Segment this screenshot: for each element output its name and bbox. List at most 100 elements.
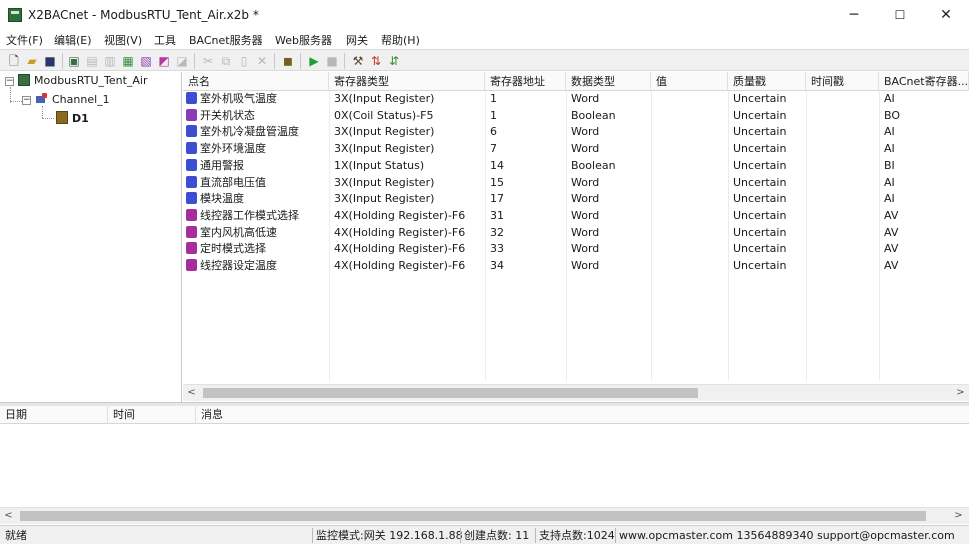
table-row[interactable]: 室内风机高低速 4X(Holding Register)-F6 32 Word Unce… [183,225,969,242]
ai-point-icon [186,192,197,205]
status-supported-points: 支持点数:1024 [535,528,615,543]
table-row[interactable]: 线控器工作模式选择 4X(Holding Register)-F6 31 Word Un… [183,208,969,225]
cell-name-text: 直流部电压值 [200,175,266,189]
paste-icon[interactable]: ▯ [236,53,252,69]
project-tree: − ModbusRTU_Tent_Air − Channel_1 D1 [0,72,182,402]
log-column-time[interactable]: 时间 [108,406,196,424]
save-icon[interactable]: ■ [42,53,58,69]
column-header-data-type[interactable]: 数据类型 [566,72,651,91]
table-row[interactable]: 定时模式选择 4X(Holding Register)-F6 33 Word Uncer… [183,241,969,258]
status-created-points: 创建点数: 11 [460,528,529,543]
menu-help[interactable]: 帮助(H) [381,32,420,48]
tree-node-project[interactable]: ModbusRTU_Tent_Air [18,74,148,87]
column-header-register-address[interactable]: 寄存器地址 [485,72,566,91]
title-bar: X2BACnet - ModbusRTU_Tent_Air.x2b * ─ ☐ … [0,0,969,30]
cut-icon[interactable]: ✂ [200,53,216,69]
cell-value [651,108,728,125]
project-icon [18,74,30,86]
column-header-timestamp[interactable]: 时间戳 [806,72,879,91]
toolbar-separator [194,53,195,69]
table-row[interactable]: 模块温度 3X(Input Register) 17 Word Uncertain AI [183,191,969,208]
tree-collapse-icon[interactable]: − [5,77,14,86]
minimize-button[interactable]: ─ [831,0,877,30]
cell-timestamp [806,141,879,158]
cell-name: 线控器设定温度 [183,258,329,275]
cell-quality: Uncertain [733,158,787,172]
scroll-left-icon[interactable]: < [183,385,200,401]
menu-gateway[interactable]: 网关 [346,32,368,48]
log-column-message[interactable]: 消息 [196,406,969,424]
add-point-icon[interactable]: ▥ [102,53,118,69]
log-column-date[interactable]: 日期 [0,406,108,424]
tree-collapse-icon[interactable]: − [22,96,31,105]
tree-node-channel-label: Channel_1 [52,93,110,106]
add-channel-icon[interactable]: ▣ [66,53,82,69]
maximize-button[interactable]: ☐ [877,0,923,30]
column-header-quality[interactable]: 质量戳 [728,72,806,91]
tree-node-device[interactable]: D1 [56,111,89,125]
properties-disabled-icon[interactable]: ◪ [174,53,190,69]
table-row[interactable]: 通用警报 1X(Input Status) 14 Boolean Uncertain BI [183,158,969,175]
gateway-icon[interactable]: ⇅ [368,53,384,69]
cell-quality: Uncertain [733,142,787,156]
menu-tools[interactable]: 工具 [154,32,176,48]
scroll-right-icon[interactable]: > [952,385,969,401]
menu-edit[interactable]: 编辑(E) [54,32,92,48]
column-header-value[interactable]: 值 [651,72,728,91]
table-row[interactable]: 室外机冷凝盘管温度 3X(Input Register) 6 Word Uncertai… [183,124,969,141]
cell-name: 室外环境温度 [183,141,329,158]
cell-quality: Uncertain [733,242,787,256]
new-file-icon[interactable]: 🗋 [6,53,22,69]
open-folder-icon[interactable]: ▰ [24,53,40,69]
table-row[interactable]: 室外环境温度 3X(Input Register) 7 Word Uncertain AI [183,141,969,158]
table-row[interactable]: 室外机吸气温度 3X(Input Register) 1 Word Uncertain A… [183,91,969,108]
table-row[interactable]: 直流部电压值 3X(Input Register) 15 Word Uncertain A… [183,175,969,192]
tree-node-channel[interactable]: Channel_1 [36,93,110,106]
cell-quality: Uncertain [733,225,787,239]
cell-data-type: Word [571,125,600,139]
column-header-register-type[interactable]: 寄存器类型 [329,72,485,91]
cell-timestamp [806,191,879,208]
menu-web-server[interactable]: Web服务器 [275,32,332,48]
cell-register-type: 3X(Input Register) [334,142,435,156]
cell-name: 直流部电压值 [183,175,329,192]
table-row[interactable]: 开关机状态 0X(Coil Status)-F5 1 Boolean Uncertain… [183,108,969,125]
properties-icon[interactable]: ◩ [156,53,172,69]
cell-data-type: Word [571,142,600,156]
close-button[interactable]: ✕ [923,0,969,30]
cell-name-text: 线控器工作模式选择 [200,208,299,222]
cell-name: 通用警报 [183,158,329,175]
add-device-icon[interactable]: ▤ [84,53,100,69]
tools-icon[interactable]: ⚒ [350,53,366,69]
copy-icon[interactable]: ⧉ [218,53,234,69]
menu-bacnet-server[interactable]: BACnet服务器 [189,32,263,48]
cell-register-address: 33 [490,242,504,256]
cell-register-address: 1 [490,92,497,105]
column-header-bacnet[interactable]: BACnet寄存器... [879,72,969,91]
delete-icon[interactable]: ✕ [254,53,270,69]
export-icon[interactable]: ▧ [138,53,154,69]
cell-value [651,141,728,158]
cell-data-type: Word [571,192,600,206]
grid-horizontal-scrollbar[interactable]: < > [183,384,969,401]
stop-icon[interactable]: ■ [324,53,340,69]
cell-timestamp [806,108,879,125]
cell-value [651,241,728,258]
import-icon[interactable]: ▦ [120,53,136,69]
table-row[interactable]: 线控器设定温度 4X(Holding Register)-F6 34 Word Unce… [183,258,969,275]
run-icon[interactable]: ▶ [306,53,322,69]
status-bar: 就绪 监控模式:网关 192.168.1.88 创建点数: 11 支持点数:10… [0,525,969,544]
log-horizontal-scrollbar[interactable]: < > [0,507,969,524]
cell-name: 模块温度 [183,191,329,208]
cell-name-text: 室内风机高低速 [200,225,277,239]
scroll-thumb[interactable] [20,511,926,521]
scroll-right-icon[interactable]: > [950,508,967,524]
scroll-thumb[interactable] [203,388,698,398]
menu-view[interactable]: 视图(V) [104,32,142,48]
cell-timestamp [806,258,879,275]
sync-icon[interactable]: ⇵ [386,53,402,69]
scroll-left-icon[interactable]: < [0,508,17,524]
monitor-icon[interactable]: ◼ [280,53,296,69]
column-header-name[interactable]: 点名 [183,72,329,91]
menu-file[interactable]: 文件(F) [6,32,43,48]
